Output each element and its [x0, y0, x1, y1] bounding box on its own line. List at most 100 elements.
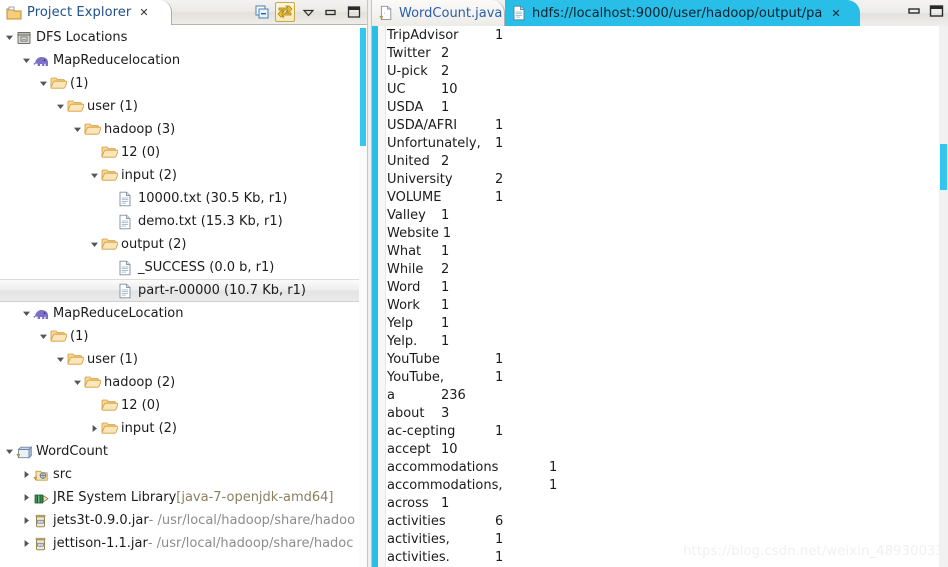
tree-row[interactable]: 010 jettison-1.1.jar - /usr/local/hadoop/…	[0, 532, 359, 555]
tree-row[interactable]: _SUCCESS (0.0 b, r1)	[0, 256, 359, 279]
count-token: 1	[495, 136, 504, 151]
editor-line: accept 10	[387, 441, 939, 459]
link-with-editor-button[interactable]	[275, 2, 295, 22]
tree-row[interactable]: 12 (0)	[0, 394, 359, 417]
file-icon	[118, 283, 135, 299]
tree-row[interactable]: (1)	[0, 325, 359, 348]
editor-text-content[interactable]: TripAdvisor 1 Twitter 2 U-pick 2 UC 10 USDA 1 USDA…	[387, 26, 939, 567]
folder-icon	[101, 168, 119, 184]
tree-row[interactable]: JRE System Library [java-7-openjdk-amd64…	[0, 486, 359, 509]
folder-icon	[84, 375, 102, 391]
maximize-view-button[interactable]	[344, 2, 364, 22]
tree-row[interactable]: user (1)	[0, 348, 359, 371]
editor-tab-label: hdfs://localhost:9000/user/hadoop/output…	[532, 5, 823, 21]
chevron-right-icon[interactable]	[20, 539, 33, 548]
project-explorer-tree[interactable]: DFS Locations MapReducelocation (1) user (1…	[0, 26, 359, 567]
tree-scrollbar-thumb[interactable]	[360, 28, 366, 146]
tree-row-selected[interactable]: part-r-00000 (10.7 Kb, r1)	[0, 279, 359, 302]
folder-icon	[101, 237, 119, 253]
word-token: across	[387, 496, 429, 511]
chevron-right-icon[interactable]	[20, 516, 33, 525]
tree-row-label: 12 (0)	[121, 145, 161, 160]
tree-row[interactable]: hadoop (3)	[0, 118, 359, 141]
count-token: 2	[441, 64, 450, 79]
chevron-down-icon[interactable]	[37, 332, 50, 341]
elephant-icon	[33, 306, 50, 322]
editor-tab-label: WordCount.java	[399, 5, 503, 21]
word-token: Word	[387, 280, 421, 295]
chevron-down-icon[interactable]	[37, 79, 50, 88]
chevron-down-icon[interactable]	[3, 447, 16, 456]
word-token: Website	[387, 226, 439, 241]
word-token: Valley	[387, 208, 426, 223]
tree-row[interactable]: input (2)	[0, 417, 359, 440]
editor-vertical-scrollbar[interactable]	[939, 26, 948, 567]
tree-row[interactable]: MapReducelocation	[0, 49, 359, 72]
tree-row[interactable]: (1)	[0, 72, 359, 95]
collapse-all-button[interactable]	[252, 2, 272, 22]
tab-project-explorer[interactable]: Project Explorer ✕	[0, 0, 172, 25]
minimize-view-button[interactable]	[321, 2, 341, 22]
view-menu-button[interactable]	[298, 2, 318, 22]
tree-row[interactable]: 10000.txt (30.5 Kb, r1)	[0, 187, 359, 210]
word-token: Twitter	[387, 46, 431, 61]
tree-row[interactable]: 12 (0)	[0, 141, 359, 164]
word-token: USDA/AFRI	[387, 118, 458, 133]
tree-row-label: input (2)	[121, 421, 177, 436]
tree-row[interactable]: MapReduceLocation	[0, 302, 359, 325]
close-icon[interactable]: ✕	[831, 7, 840, 20]
chevron-right-icon[interactable]	[20, 470, 33, 479]
chevron-right-icon[interactable]	[88, 424, 101, 433]
file-icon	[118, 214, 135, 230]
tree-row[interactable]: 010 jets3t-0.9.0.jar - /usr/local/hadoop/…	[0, 509, 359, 532]
minimize-editor-button[interactable]	[907, 3, 922, 22]
editor-tab-2[interactable]: hdfs://localhost:9000/user/hadoop/output…	[505, 0, 860, 26]
editor-line: Valley 1	[387, 207, 939, 225]
editor-scrollbar-thumb[interactable]	[940, 144, 947, 190]
maximize-editor-button[interactable]	[929, 3, 944, 22]
tree-row[interactable]: WordCount	[0, 440, 359, 463]
editor-tab-1[interactable]: WordCount.java	[372, 0, 505, 26]
close-icon[interactable]: ✕	[139, 7, 148, 18]
dfs-locations-icon	[16, 30, 33, 46]
tree-row-label: demo.txt (15.3 Kb, r1)	[138, 214, 283, 229]
tree-row[interactable]: input (2)	[0, 164, 359, 187]
tree-row-label: 12 (0)	[121, 398, 161, 413]
folder-icon	[50, 76, 68, 92]
count-token: 1	[441, 316, 450, 331]
chevron-down-icon[interactable]	[71, 125, 84, 134]
tree-vertical-scrollbar[interactable]	[359, 27, 367, 567]
editor-line: YouTube 1	[387, 351, 939, 369]
tree-row-label: MapReducelocation	[53, 53, 181, 68]
count-token: 1	[495, 190, 504, 205]
chevron-down-icon[interactable]	[71, 378, 84, 387]
tree-row[interactable]: src	[0, 463, 359, 486]
editor-line: United 2	[387, 153, 939, 171]
chevron-down-icon[interactable]	[20, 309, 33, 318]
text-file-icon	[512, 5, 527, 21]
chevron-down-icon[interactable]	[20, 56, 33, 65]
tree-row[interactable]: demo.txt (15.3 Kb, r1)	[0, 210, 359, 233]
tree-row[interactable]: DFS Locations	[0, 26, 359, 49]
project-explorer-tab-label: Project Explorer	[27, 5, 132, 20]
chevron-down-icon[interactable]	[54, 355, 67, 364]
jar-icon: 010	[33, 513, 50, 529]
tree-row[interactable]: output (2)	[0, 233, 359, 256]
tree-row[interactable]: hadoop (2)	[0, 371, 359, 394]
count-token: 1	[549, 460, 558, 475]
count-token: 1	[495, 550, 504, 565]
chevron-down-icon[interactable]	[88, 171, 101, 180]
chevron-down-icon[interactable]	[54, 102, 67, 111]
editor-line: accommodations, 1	[387, 477, 939, 495]
tree-row[interactable]: user (1)	[0, 95, 359, 118]
chevron-down-icon[interactable]	[88, 240, 101, 249]
tree-row-suffix: [java-7-openjdk-amd64]	[176, 490, 334, 505]
chevron-down-icon[interactable]	[3, 33, 16, 42]
count-token: 1	[495, 352, 504, 367]
editor-line: USDA 1	[387, 99, 939, 117]
jar-icon: 010	[33, 536, 50, 552]
word-token: YouTube,	[387, 370, 444, 385]
count-token: 1	[441, 334, 450, 349]
tree-row-label: src	[53, 467, 72, 482]
chevron-right-icon[interactable]	[20, 493, 33, 502]
